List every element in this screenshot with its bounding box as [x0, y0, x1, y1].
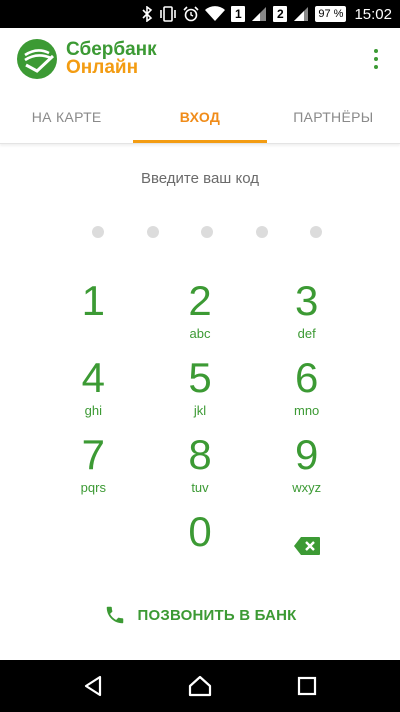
- key-2[interactable]: 2 abc: [147, 276, 254, 353]
- key-digit: 6: [294, 354, 319, 401]
- key-1[interactable]: 1: [40, 276, 147, 353]
- sberbank-logo-icon: [16, 38, 58, 80]
- key-3[interactable]: 3 def: [253, 276, 360, 353]
- pin-dots: [92, 226, 322, 238]
- key-digit: 0: [188, 508, 212, 555]
- key-8[interactable]: 8 tuv: [147, 430, 254, 507]
- key-digit: 9: [294, 431, 319, 478]
- key-letters: mno: [294, 403, 320, 418]
- key-digit: 5: [188, 354, 212, 401]
- key-letters: abc: [189, 326, 211, 341]
- status-clock: 15:02: [354, 5, 392, 23]
- key-letters: pqrs: [80, 480, 106, 495]
- key-digit: 1: [81, 277, 105, 324]
- pin-keypad: 1 2 abc 3 def 4 ghi 5 jkl 6 mno 7 pqrs 8…: [40, 276, 360, 586]
- logo-subtitle: Онлайн: [66, 57, 139, 78]
- key-6[interactable]: 6 mno: [253, 353, 360, 430]
- tab-bar: НА КАРТЕ ВХОД ПАРТНЁРЫ: [0, 90, 400, 144]
- pin-dot: [310, 226, 322, 238]
- phone-icon: [104, 604, 126, 626]
- recents-square-icon[interactable]: [292, 671, 322, 701]
- key-letters: jkl: [193, 403, 207, 418]
- key-4[interactable]: 4 ghi: [40, 353, 147, 430]
- call-bank-button[interactable]: ПОЗВОНИТЬ В БАНК: [0, 598, 400, 632]
- key-7[interactable]: 7 pqrs: [40, 430, 147, 507]
- signal-icon-sim1: [251, 5, 267, 23]
- sim2-badge: 2: [273, 6, 288, 22]
- logo-text: Сбербанк Онлайн: [66, 40, 157, 78]
- vibrate-icon: [159, 5, 177, 23]
- overflow-menu-icon[interactable]: [364, 46, 388, 72]
- signal-icon-sim2: [293, 5, 309, 23]
- pin-dot: [255, 226, 268, 238]
- key-digit: 4: [81, 354, 105, 401]
- key-letters: tuv: [191, 480, 209, 495]
- bluetooth-icon: [141, 5, 153, 23]
- key-0[interactable]: 0: [147, 507, 254, 584]
- status-bar: 1 2 97 % 15:02: [0, 0, 400, 28]
- battery-indicator: 97 %: [315, 6, 347, 22]
- key-letters: wxyz: [292, 480, 322, 495]
- tab-on-card[interactable]: НА КАРТЕ: [0, 90, 133, 143]
- call-bank-label: ПОЗВОНИТЬ В БАНК: [137, 606, 297, 624]
- pin-dot: [92, 226, 104, 238]
- app-header: Сбербанк Онлайн: [0, 28, 400, 90]
- system-nav-bar: [0, 660, 400, 712]
- key-digit: 7: [81, 431, 105, 478]
- home-icon[interactable]: [185, 671, 215, 701]
- key-5[interactable]: 5 jkl: [147, 353, 254, 430]
- pin-dot: [201, 226, 213, 238]
- key-letters: ghi: [84, 403, 102, 418]
- pin-dot: [146, 226, 159, 238]
- alarm-icon: [183, 5, 199, 23]
- back-triangle-icon[interactable]: [78, 671, 108, 701]
- key-digit: 8: [188, 431, 212, 478]
- backspace-button[interactable]: [253, 507, 360, 584]
- key-letters: def: [297, 326, 316, 341]
- pin-prompt: Введите ваш код: [140, 170, 259, 187]
- key-9[interactable]: 9 wxyz: [253, 430, 360, 507]
- tab-partners[interactable]: ПАРТНЁРЫ: [267, 90, 400, 143]
- sim1-badge: 1: [231, 6, 246, 22]
- key-digit: 3: [294, 277, 319, 324]
- key-digit: 2: [188, 277, 212, 324]
- wifi-icon: [205, 5, 226, 23]
- tab-login[interactable]: ВХОД: [133, 90, 267, 143]
- backspace-icon: [293, 536, 321, 556]
